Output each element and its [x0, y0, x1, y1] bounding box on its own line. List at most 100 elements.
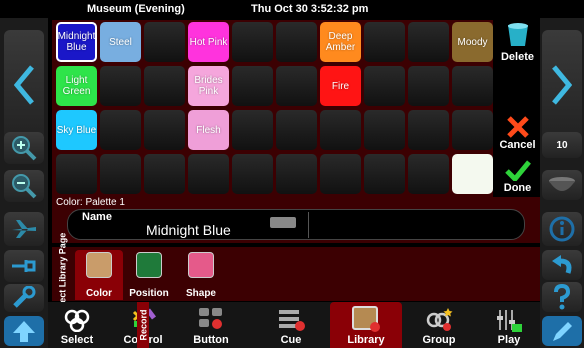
- empty-palette-cell[interactable]: [276, 110, 317, 150]
- empty-palette-cell[interactable]: [320, 110, 361, 150]
- palette-cell[interactable]: Moody: [452, 22, 493, 62]
- nav-group[interactable]: Group: [406, 302, 472, 348]
- empty-palette-cell[interactable]: [320, 154, 361, 194]
- empty-palette-cell[interactable]: [144, 66, 185, 106]
- info-icon: [549, 216, 575, 242]
- name-value: Midnight Blue: [146, 222, 231, 238]
- info-button[interactable]: [542, 212, 582, 246]
- edit-button[interactable]: [542, 316, 582, 346]
- undo-icon: [552, 255, 572, 274]
- empty-palette-cell[interactable]: [364, 154, 405, 194]
- name-label: Name: [82, 211, 112, 223]
- empty-palette-cell[interactable]: [144, 22, 185, 62]
- palette-cell[interactable]: Brides Pink: [188, 66, 229, 106]
- library-tab-label: Position: [129, 288, 169, 299]
- palette-cell[interactable]: Deep Amber: [320, 22, 361, 62]
- palette-cell[interactable]: [452, 154, 493, 194]
- empty-palette-cell[interactable]: [364, 110, 405, 150]
- select-rings-icon: [64, 309, 90, 333]
- empty-palette-cell[interactable]: [232, 154, 273, 194]
- empty-palette-cell[interactable]: [452, 66, 493, 106]
- palette-cell[interactable]: Steel: [100, 22, 141, 62]
- zoom-out-icon: [12, 174, 37, 199]
- airplane-icon: [12, 220, 36, 238]
- empty-palette-cell[interactable]: [144, 110, 185, 150]
- delete-button[interactable]: Delete: [495, 22, 540, 63]
- empty-palette-cell[interactable]: [100, 66, 141, 106]
- keyboard-icon[interactable]: [270, 217, 296, 228]
- empty-palette-cell[interactable]: [232, 66, 273, 106]
- nav-label: Cue: [280, 334, 302, 346]
- nav-cue[interactable]: Cue: [258, 302, 324, 348]
- nav-library[interactable]: Library: [330, 302, 402, 348]
- nav-play[interactable]: Play: [482, 302, 536, 348]
- empty-palette-cell[interactable]: [56, 154, 97, 194]
- empty-palette-cell[interactable]: [408, 22, 449, 62]
- empty-palette-cell[interactable]: [276, 22, 317, 62]
- cancel-label: Cancel: [499, 139, 536, 151]
- empty-palette-cell[interactable]: [100, 154, 141, 194]
- name-field-divider: [308, 212, 309, 238]
- library-side-label: Select Library Page: [57, 232, 68, 316]
- empty-palette-cell[interactable]: [232, 22, 273, 62]
- empty-palette-cell[interactable]: [276, 154, 317, 194]
- home-button[interactable]: [4, 316, 44, 346]
- up-arrow-icon: [13, 321, 35, 342]
- undo-button[interactable]: [542, 250, 582, 280]
- bowl-icon: [549, 177, 575, 191]
- empty-palette-cell[interactable]: [276, 66, 317, 106]
- palette-cell[interactable]: Midnight Blue: [56, 22, 97, 62]
- delete-label: Delete: [500, 51, 535, 63]
- palette-cell[interactable]: Fire: [320, 66, 361, 106]
- position-icon: [136, 252, 162, 278]
- palette-cell[interactable]: Light Green: [56, 66, 97, 106]
- empty-palette-cell[interactable]: [452, 110, 493, 150]
- cue-icon: [279, 310, 305, 331]
- page-left-button[interactable]: [4, 30, 44, 140]
- color-brush-icon: [86, 252, 112, 278]
- fly-button[interactable]: [4, 212, 44, 246]
- nav-button[interactable]: Button: [180, 302, 242, 348]
- done-button[interactable]: Done: [495, 159, 540, 194]
- empty-palette-cell[interactable]: [408, 66, 449, 106]
- venue-title: Museum (Evening): [87, 3, 185, 15]
- pin-icon: [12, 260, 36, 272]
- chevron-left-icon: [14, 65, 34, 105]
- wrench-icon: [13, 286, 36, 308]
- palette-title: Color: Palette 1: [56, 197, 125, 208]
- palette-cell[interactable]: Hot Pink: [188, 22, 229, 62]
- name-field[interactable]: Name Midnight Blue: [67, 209, 525, 240]
- done-label: Done: [503, 182, 532, 194]
- help-button[interactable]: [542, 282, 582, 312]
- zoom-in-icon: [12, 136, 37, 161]
- empty-palette-cell[interactable]: [232, 110, 273, 150]
- page-right-button[interactable]: [542, 30, 582, 140]
- settings-button[interactable]: [4, 284, 44, 312]
- library-tab-shape[interactable]: Shape: [177, 250, 225, 300]
- pin-button[interactable]: [4, 250, 44, 282]
- cancel-button[interactable]: Cancel: [495, 115, 540, 151]
- empty-palette-cell[interactable]: [188, 154, 229, 194]
- empty-palette-cell[interactable]: [364, 66, 405, 106]
- palette-cell[interactable]: Sky Blue: [56, 110, 97, 150]
- checkmark-icon: [504, 160, 531, 183]
- palette-grid: Midnight Blue Steel Hot Pink Deep Amber Mood…: [52, 20, 493, 200]
- palette-cell[interactable]: Flesh: [188, 110, 229, 150]
- empty-palette-cell[interactable]: [144, 154, 185, 194]
- library-tab-color[interactable]: Color: [75, 250, 123, 300]
- empty-palette-cell[interactable]: [100, 110, 141, 150]
- zoom-in-button[interactable]: [4, 132, 44, 164]
- nav-select[interactable]: Select: [48, 302, 106, 348]
- clock-display: Thu Oct 30 3:52:32 pm: [251, 3, 369, 15]
- empty-palette-cell[interactable]: [408, 110, 449, 150]
- record-toggle[interactable]: Record: [137, 302, 149, 348]
- empty-palette-cell[interactable]: [408, 154, 449, 194]
- trash-icon: [507, 23, 528, 46]
- zoom-out-button[interactable]: [4, 170, 44, 202]
- bowl-button[interactable]: [542, 170, 582, 200]
- empty-palette-cell[interactable]: [364, 22, 405, 62]
- library-tab-position[interactable]: Position: [123, 250, 175, 300]
- action-column: Delete Cancel Done: [495, 18, 540, 200]
- cancel-x-icon: [506, 116, 529, 138]
- nav-label: Library: [347, 334, 385, 346]
